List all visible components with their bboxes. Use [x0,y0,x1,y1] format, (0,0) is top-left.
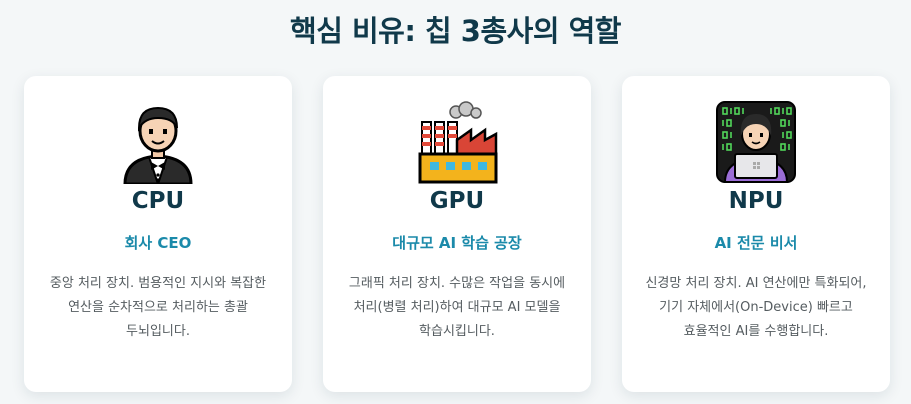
card-role: 회사 CEO [124,234,192,252]
card-role: 대규모 AI 학습 공장 [392,234,522,252]
page: 핵심 비유: 칩 3총사의 역할 CPU 회사 CEO 중앙 처리 장치. 범용… [0,0,911,404]
card-gpu: GPU 대규모 AI 학습 공장 그래픽 처리 장치. 수많은 작업을 동시에 … [323,76,591,392]
card-title: CPU [131,188,185,214]
card-title: NPU [728,188,784,214]
card-role: AI 전문 비서 [714,234,798,252]
page-title: 핵심 비유: 칩 3총사의 역할 [290,14,621,48]
technologist-icon [715,100,797,184]
card-description: 그래픽 처리 장치. 수많은 작업을 동시에 처리(병렬 처리)하여 대규모 A… [348,276,566,339]
card-description: 신경망 처리 장치. AI 연산에만 특화되어, 기기 자체에서(On-Devi… [645,276,867,339]
card-title: GPU [429,188,485,214]
card-npu: NPU AI 전문 비서 신경망 처리 장치. AI 연산에만 특화되어, 기기… [622,76,890,392]
factory-icon [416,100,498,184]
card-cpu: CPU 회사 CEO 중앙 처리 장치. 범용적인 지시와 복잡한 연산을 순차… [24,76,292,392]
card-description: 중앙 처리 장치. 범용적인 지시와 복잡한 연산을 순차적으로 처리하는 총괄… [49,276,267,339]
ceo-person-icon [117,100,199,184]
